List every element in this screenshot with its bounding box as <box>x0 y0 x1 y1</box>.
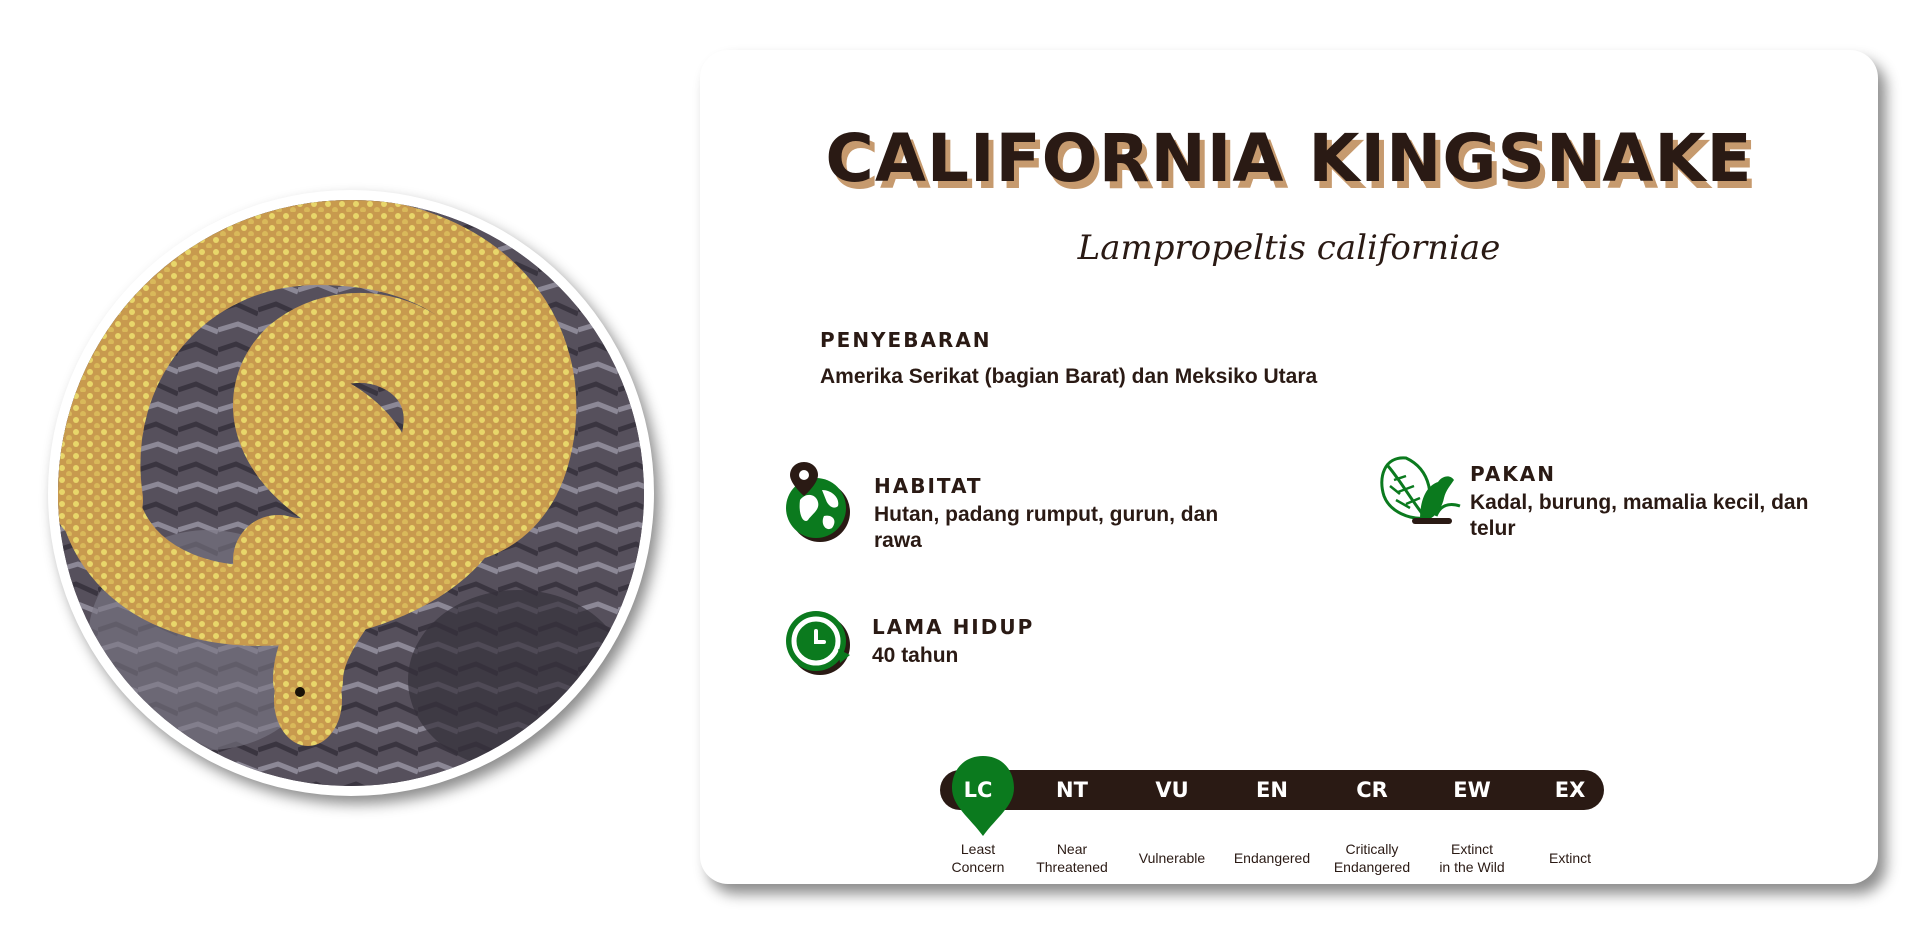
status-name-cr: Critically Endangered <box>1333 841 1411 875</box>
habitat-label: HABITAT <box>874 474 983 498</box>
diet-section: PAKAN Kadal, burung, mamalia kecil, dan … <box>1376 450 1836 570</box>
habitat-value: Hutan, padang rumput, gurun, dan rawa <box>874 503 1219 552</box>
status-name-en: Endangered <box>1233 850 1311 866</box>
species-photo-frame <box>48 190 654 796</box>
lifespan-label: LAMA HIDUP <box>872 615 1035 639</box>
status-name-ex: Extinct <box>1548 850 1591 866</box>
distribution-label: PENYEBARAN <box>820 328 992 352</box>
status-name-vu: Vulnerable <box>1138 850 1206 866</box>
status-name-ew: Extinct in the Wild <box>1439 841 1505 875</box>
status-code-lc: LC <box>963 778 993 802</box>
lifespan-value: 40 tahun <box>872 644 959 667</box>
lifespan-section: LAMA HIDUP 40 tahun <box>782 605 1282 695</box>
status-code-vu: VU <box>1155 778 1189 802</box>
leaf-icon <box>1376 450 1462 530</box>
globe-pin-icon <box>782 460 858 554</box>
snake-illustration <box>58 200 644 786</box>
species-photo <box>58 200 644 786</box>
clock-icon <box>782 605 858 685</box>
status-code-en: EN <box>1256 778 1288 802</box>
distribution-section: PENYEBARAN Amerika Serikat (bagian Barat… <box>820 328 1620 390</box>
habitat-section: HABITAT Hutan, padang rumput, gurun, dan… <box>782 460 1282 580</box>
species-infographic: CALIFORNIA KINGSNAKE Lampropeltis califo… <box>0 0 1912 929</box>
status-name-lc: Least Concern <box>951 841 1005 875</box>
distribution-value: Amerika Serikat (bagian Barat) dan Meksi… <box>820 365 1318 388</box>
diet-label: PAKAN <box>1470 462 1557 486</box>
diet-text: PAKAN Kadal, burung, mamalia kecil, dan … <box>1470 462 1810 542</box>
common-name: CALIFORNIA KINGSNAKE <box>825 120 1753 197</box>
lifespan-text: LAMA HIDUP 40 tahun <box>872 615 1232 669</box>
status-code-nt: NT <box>1056 778 1088 802</box>
status-code-cr: CR <box>1356 778 1388 802</box>
habitat-text: HABITAT Hutan, padang rumput, gurun, dan… <box>874 474 1234 554</box>
status-code-ew: EW <box>1453 778 1491 802</box>
info-card: CALIFORNIA KINGSNAKE Lampropeltis califo… <box>700 50 1878 884</box>
status-code-ex: EX <box>1554 778 1586 802</box>
scientific-name: Lampropeltis californiae <box>1077 228 1501 268</box>
diet-value: Kadal, burung, mamalia kecil, dan telur <box>1470 491 1809 540</box>
conservation-status-scale: LC NT VU EN CR EW EX Least Concern Near … <box>940 756 1604 880</box>
status-name-nt: Near Threatened <box>1036 841 1108 875</box>
